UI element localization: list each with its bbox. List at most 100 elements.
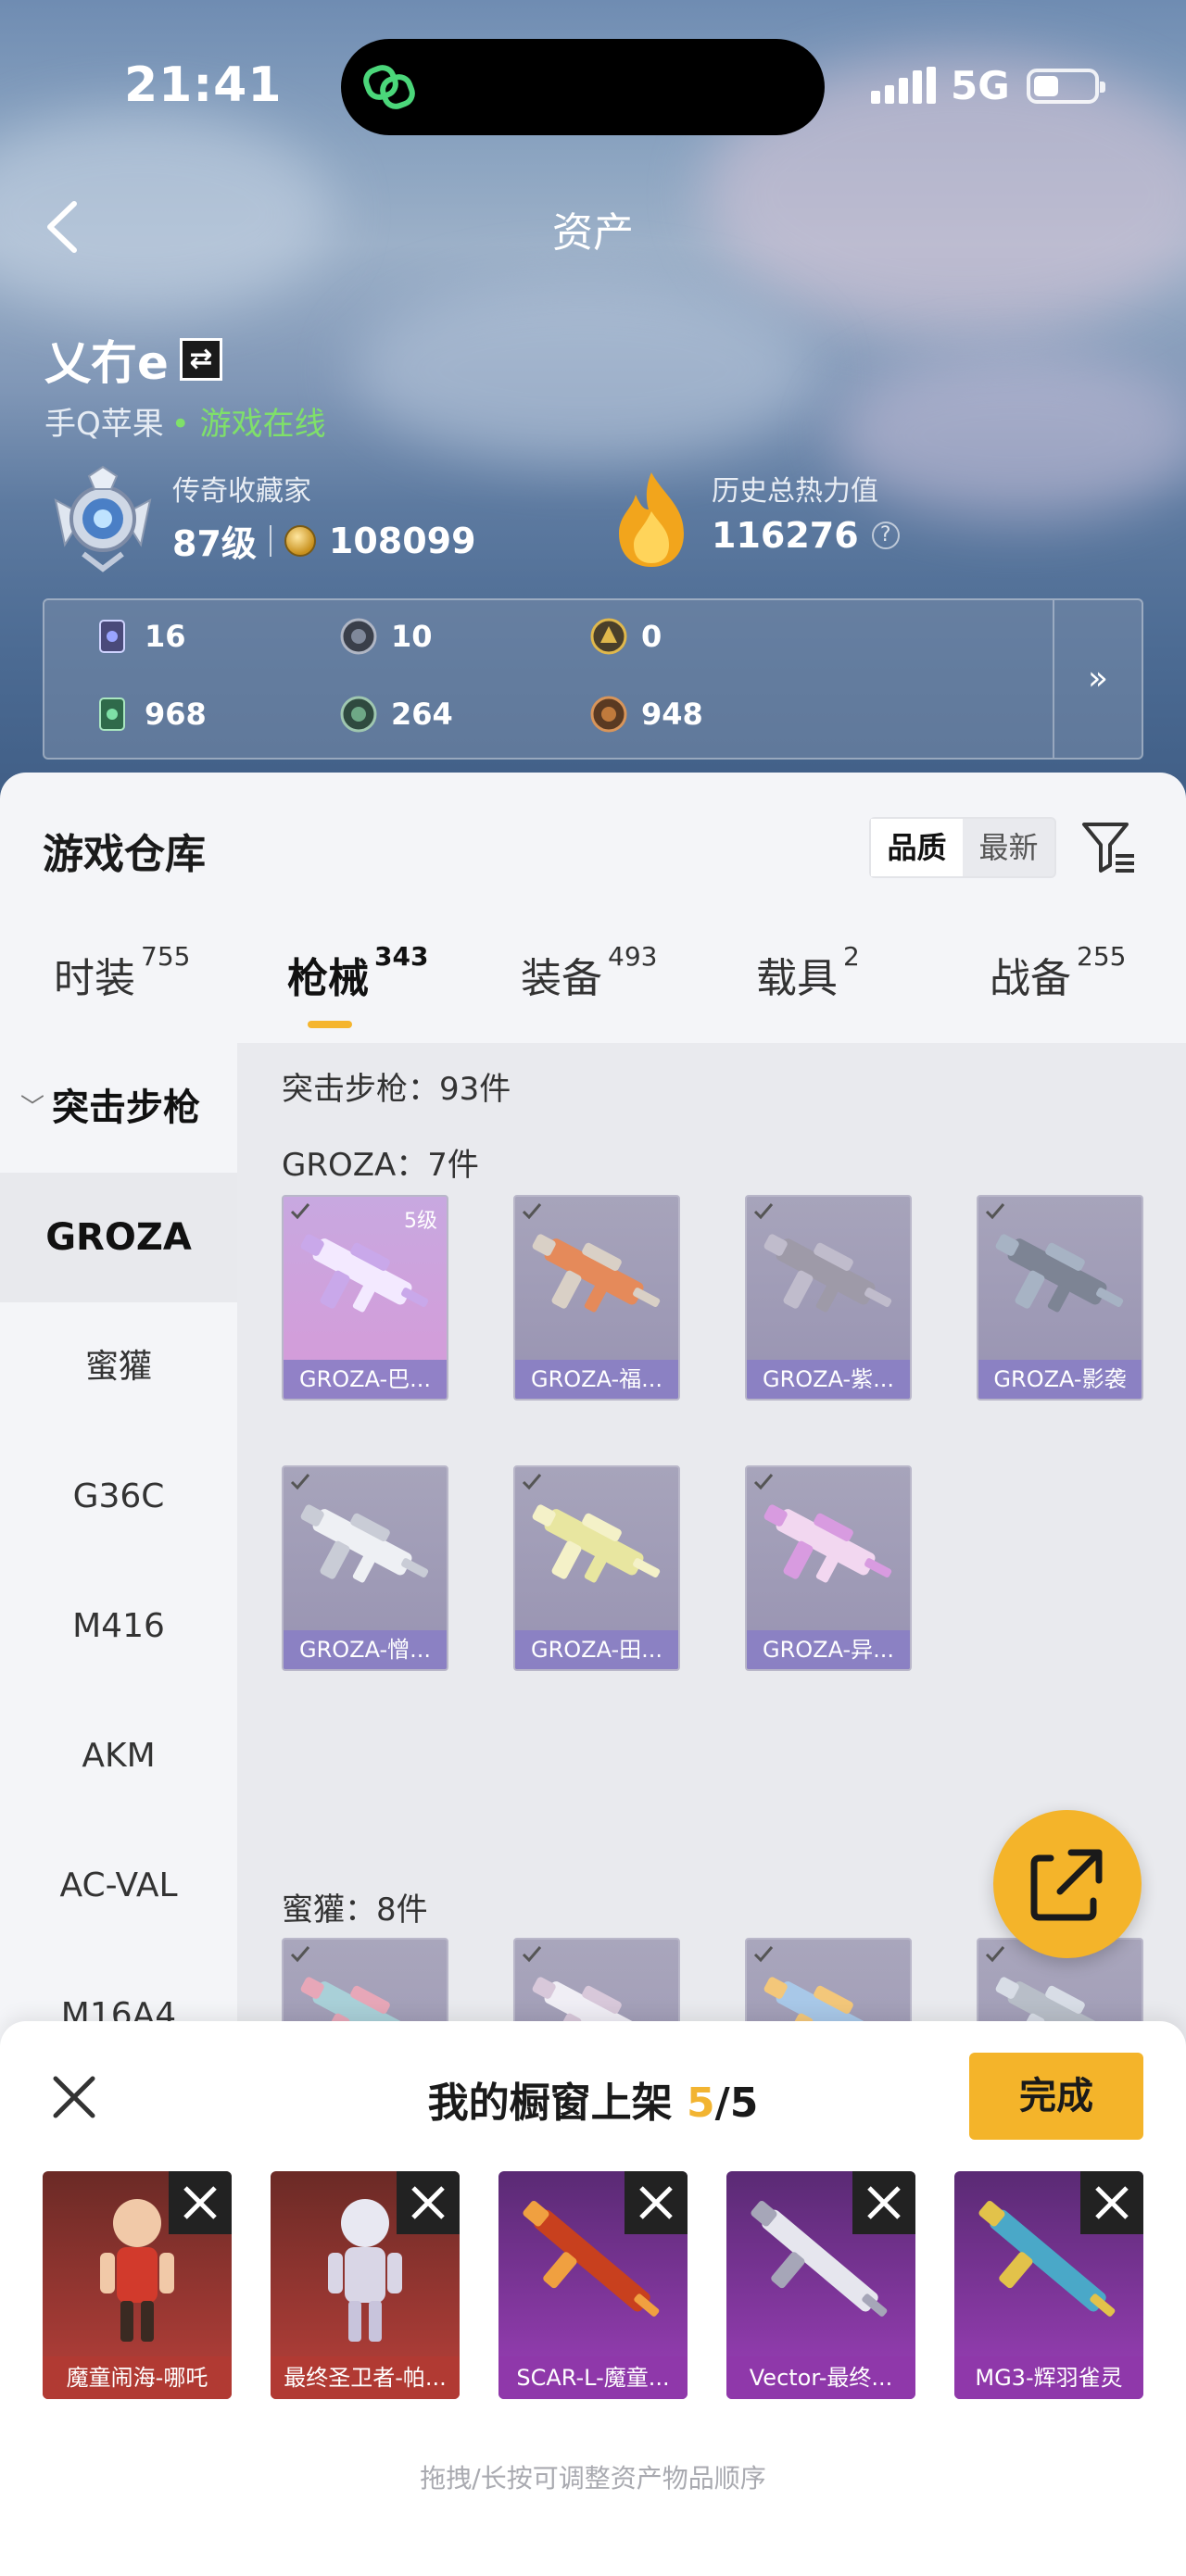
dark-token-icon: [340, 618, 377, 655]
tab-fashion[interactable]: 时装 755: [54, 941, 190, 1004]
tab-count: 343: [374, 941, 429, 972]
sidebar-item-groza[interactable]: GROZA: [0, 1173, 237, 1302]
shelf-item[interactable]: SCAR-L-魔童...: [498, 2171, 688, 2399]
shelf-item-name: Vector-最终...: [726, 2356, 915, 2399]
sidebar-item-g36c[interactable]: G36C: [0, 1432, 237, 1562]
currency-panel: 16 10 0 968 264 948 »: [43, 598, 1143, 760]
remove-button[interactable]: [169, 2171, 232, 2234]
done-button[interactable]: 完成: [969, 2053, 1143, 2140]
shelf-item-name: 魔童闹海-哪吒: [43, 2356, 232, 2399]
currency-value: 10: [391, 619, 433, 654]
status-time: 21:41: [124, 57, 283, 113]
tab-count: 2: [843, 941, 860, 972]
shelf-item[interactable]: MG3-辉羽雀灵: [954, 2171, 1143, 2399]
remove-button[interactable]: [852, 2171, 915, 2234]
remove-button[interactable]: [397, 2171, 460, 2234]
weapon-name: GROZA-憎...: [284, 1630, 447, 1669]
platform-line: 手Q苹果 • 游戏在线: [44, 398, 326, 444]
user-name: 乂冇e: [44, 336, 169, 390]
heat-row: 116276 ?: [712, 515, 900, 556]
currency-value: 264: [391, 697, 453, 732]
share-icon: [1030, 1849, 1103, 1921]
tab-label: 枪械: [287, 955, 369, 1002]
help-icon[interactable]: ?: [871, 521, 900, 549]
remove-button[interactable]: [1080, 2171, 1143, 2234]
weapon-card[interactable]: GROZA-异...: [745, 1465, 912, 1671]
sidebar-item-honey-badger[interactable]: 蜜獾: [0, 1302, 237, 1432]
sort-newest-button[interactable]: 最新: [963, 819, 1054, 876]
battery-icon: [1027, 69, 1105, 104]
currency-more-button[interactable]: »: [1053, 600, 1142, 758]
check-icon: [753, 1474, 774, 1490]
green-card-icon: [99, 697, 125, 731]
weapon-card[interactable]: 5级 GROZA-巴...: [282, 1195, 448, 1401]
section-title: GROZA：7件: [282, 1147, 479, 1184]
reorder-hint: 拖拽/长按可调整资产物品顺序: [420, 2463, 766, 2494]
weapon-card[interactable]: GROZA-田...: [513, 1465, 680, 1671]
flame-icon: [619, 472, 684, 567]
tab-count: 755: [141, 941, 191, 972]
swap-icon[interactable]: ⇄: [179, 338, 222, 381]
green-token-icon: [340, 696, 377, 733]
bronze-token-icon: [590, 696, 627, 733]
level-row: 87级 108099: [172, 515, 476, 566]
weapon-name: GROZA-福...: [515, 1360, 678, 1399]
check-icon: [290, 1946, 310, 1963]
weapon-name: GROZA-田...: [515, 1630, 678, 1669]
category-count: 突击步枪：93件: [282, 1071, 511, 1108]
network-type: 5G: [951, 63, 1010, 108]
check-icon: [290, 1203, 310, 1220]
user-name-row: 乂冇e ⇄: [44, 326, 222, 393]
sidebar-item-ac-val[interactable]: AC-VAL: [0, 1821, 237, 1951]
sidebar-item-m416[interactable]: M416: [0, 1562, 237, 1691]
weapon-card[interactable]: GROZA-憎...: [282, 1465, 448, 1671]
check-icon: [753, 1946, 774, 1963]
tab-label: 载具: [756, 955, 838, 1002]
active-tab-indicator: [308, 1021, 352, 1028]
dynamic-island: [341, 39, 825, 135]
chevron-down-icon: ﹀: [20, 1094, 45, 1122]
shelf-item[interactable]: 最终圣卫者-帕...: [271, 2171, 460, 2399]
remove-button[interactable]: [625, 2171, 688, 2234]
shelf-item[interactable]: 魔童闹海-哪吒: [43, 2171, 232, 2399]
tab-equipment[interactable]: 装备 493: [521, 941, 657, 1004]
weapon-name: GROZA-异...: [747, 1630, 910, 1669]
sidebar-item-akm[interactable]: AKM: [0, 1691, 237, 1821]
warehouse-title: 游戏仓库: [43, 831, 206, 878]
weapon-card[interactable]: GROZA-影袭: [977, 1195, 1143, 1401]
remove-icon: [411, 2186, 445, 2219]
online-status: • 游戏在线: [170, 406, 326, 443]
divider: [269, 524, 271, 557]
weapon-card[interactable]: GROZA-福...: [513, 1195, 680, 1401]
page-title: 资产: [552, 209, 634, 257]
shelf-item[interactable]: Vector-最终...: [726, 2171, 915, 2399]
check-icon: [522, 1203, 542, 1220]
level: 87级: [172, 523, 257, 564]
tab-supplies[interactable]: 战备 255: [990, 941, 1126, 1004]
tab-vehicles[interactable]: 载具 2: [756, 941, 860, 1004]
currency-item: 10: [339, 617, 433, 656]
check-icon: [985, 1203, 1005, 1220]
weapon-type-sidebar: ﹀ 突击步枪 GROZA 蜜獾 G36C M416 AKM AC-VAL M16…: [0, 1043, 237, 2071]
sidebar-group-assault-rifle[interactable]: ﹀ 突击步枪: [0, 1043, 237, 1173]
check-icon: [522, 1946, 542, 1963]
tab-count: 493: [608, 941, 658, 972]
currency-item: 0: [589, 617, 662, 656]
filter-icon[interactable]: [1080, 819, 1138, 876]
share-button[interactable]: [993, 1810, 1142, 1958]
showcase-shelf: 我的橱窗上架 5/5 完成 魔童闹海-哪吒 最终圣卫者-帕... SCAR-L-魔童…: [0, 2021, 1186, 2576]
sky-cloud: [352, 278, 815, 463]
section-title: 蜜獾：8件: [282, 1891, 428, 1929]
rank-badge-icon: [54, 465, 152, 572]
gold-token-icon: [590, 618, 627, 655]
tab-count: 255: [1077, 941, 1127, 972]
card-pack-icon: [99, 620, 125, 653]
sort-quality-button[interactable]: 品质: [871, 819, 963, 876]
currency-value: 968: [145, 697, 207, 732]
coin-count: 108099: [328, 520, 476, 561]
weapon-card[interactable]: GROZA-紫...: [745, 1195, 912, 1401]
remove-icon: [867, 2186, 901, 2219]
check-icon: [522, 1474, 542, 1490]
tab-guns[interactable]: 枪械 343: [287, 941, 428, 1004]
remove-icon: [639, 2186, 673, 2219]
